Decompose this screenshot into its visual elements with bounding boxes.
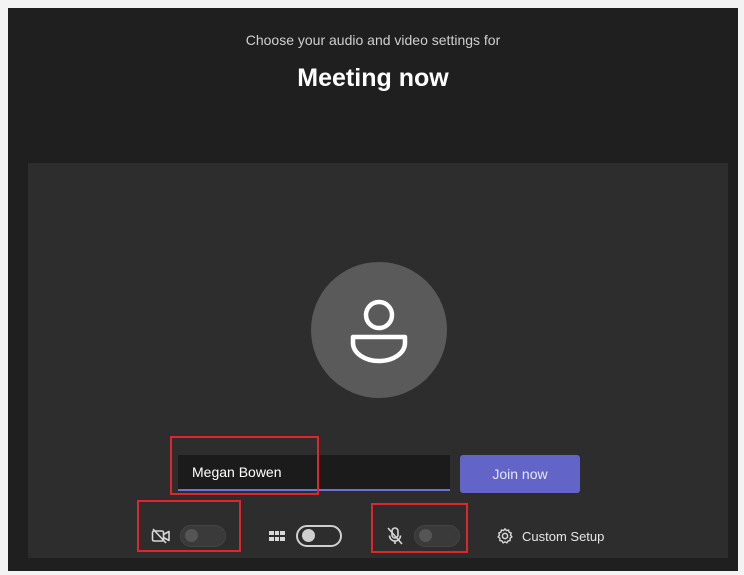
- camera-off-icon[interactable]: [150, 525, 172, 547]
- background-effects-toggle[interactable]: [296, 525, 342, 547]
- camera-control: [150, 523, 226, 549]
- background-effects-icon[interactable]: [266, 525, 288, 547]
- join-now-button[interactable]: Join now: [460, 455, 580, 493]
- camera-toggle[interactable]: [180, 525, 226, 547]
- background-toggle-knob: [302, 529, 315, 542]
- avatar: [311, 262, 447, 398]
- person-icon: [350, 299, 408, 364]
- custom-setup-button[interactable]: Custom Setup: [494, 523, 604, 549]
- custom-setup-label: Custom Setup: [522, 528, 605, 544]
- mic-off-icon[interactable]: [384, 525, 406, 547]
- camera-toggle-knob: [185, 529, 198, 542]
- gear-icon: [494, 525, 516, 547]
- video-preview: Join now: [28, 163, 728, 558]
- meeting-title: Meeting now: [297, 64, 449, 92]
- prejoin-window: Choose your audio and video settings for…: [8, 8, 738, 571]
- mic-toggle-knob: [419, 529, 432, 542]
- mic-toggle[interactable]: [414, 525, 460, 547]
- name-input[interactable]: [178, 455, 450, 491]
- mic-control: [384, 523, 460, 549]
- settings-subtitle: Choose your audio and video settings for: [245, 32, 501, 48]
- background-effects-control: [266, 523, 342, 549]
